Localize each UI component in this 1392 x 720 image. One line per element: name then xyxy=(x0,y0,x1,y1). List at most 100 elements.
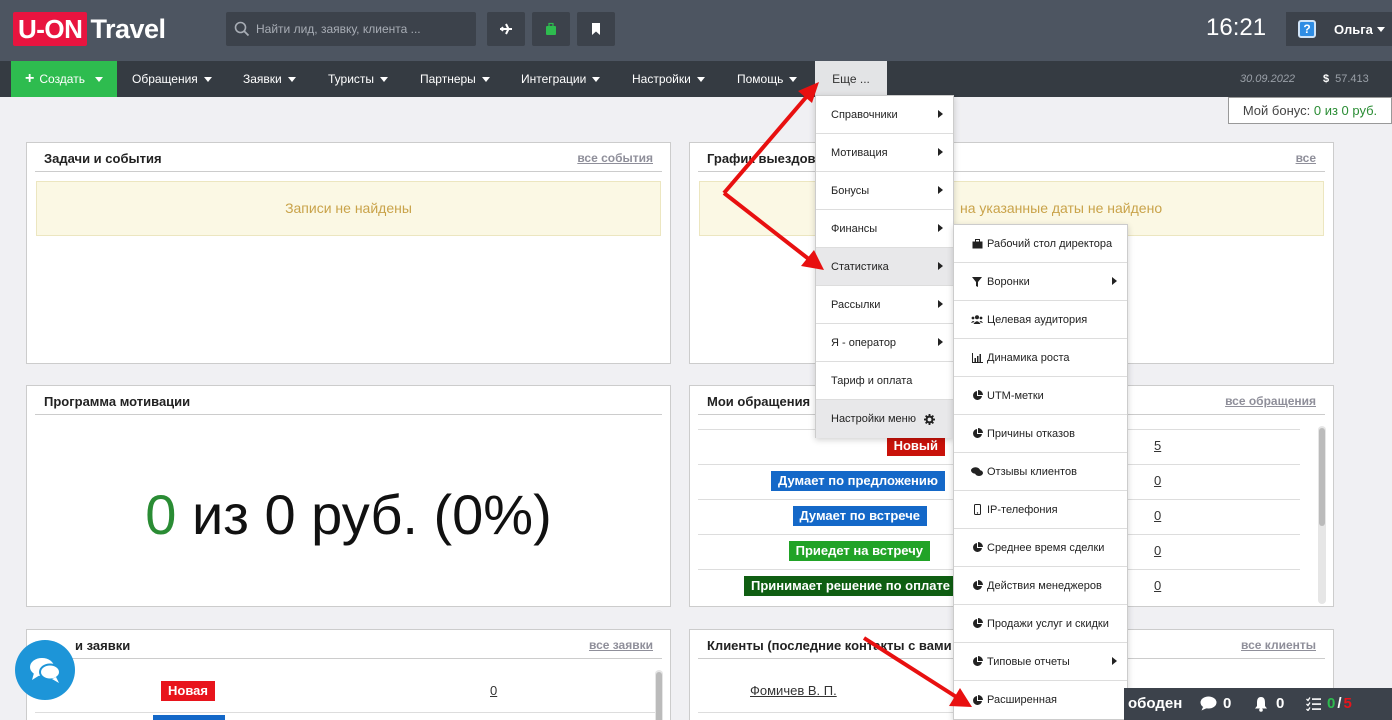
all-clients-link[interactable]: все клиенты xyxy=(1241,638,1316,652)
chevron-down-icon xyxy=(94,76,103,82)
stats-item-director-desk[interactable]: Рабочий стол директора xyxy=(954,225,1127,263)
menu-item-finance[interactable]: Финансы xyxy=(816,210,953,248)
chevron-down-icon xyxy=(696,77,705,83)
menu-item-mailings[interactable]: Рассылки xyxy=(816,286,953,324)
chevron-down-icon xyxy=(481,77,490,83)
flights-button[interactable] xyxy=(487,12,525,46)
mobile-icon xyxy=(971,504,983,516)
stats-item-typical-reports[interactable]: Типовые отчеты xyxy=(954,643,1127,681)
panel-title: Мои обращения xyxy=(707,394,811,409)
menu-label: Статистика xyxy=(831,260,889,273)
divider xyxy=(698,171,1325,172)
divider xyxy=(35,171,662,172)
all-schedule-link[interactable]: все xyxy=(1296,151,1316,165)
stats-item-manager-actions[interactable]: Действия менеджеров xyxy=(954,567,1127,605)
all-events-link[interactable]: все события xyxy=(577,151,653,165)
nav-tourists[interactable]: Туристы xyxy=(328,61,389,97)
all-appeals-link[interactable]: все обращения xyxy=(1225,394,1316,408)
menu-label: Отзывы клиентов xyxy=(987,465,1077,478)
stats-item-reviews[interactable]: Отзывы клиентов xyxy=(954,453,1127,491)
dollar-icon: $ xyxy=(1323,73,1330,85)
nav-requests[interactable]: Заявки xyxy=(243,61,296,97)
stats-item-extended[interactable]: Расширенная xyxy=(954,681,1127,719)
menu-label: Типовые отчеты xyxy=(987,655,1070,668)
nav-more[interactable]: Еще ... xyxy=(815,61,887,97)
menu-label: Расширенная xyxy=(987,694,1058,706)
chat-widget-button[interactable] xyxy=(15,640,75,700)
bookmarks-button[interactable] xyxy=(577,12,615,46)
stats-item-sales-discounts[interactable]: Продажи услуг и скидки xyxy=(954,605,1127,643)
empty-message: Записи не найдены xyxy=(36,181,661,236)
chevron-right-icon xyxy=(938,148,943,156)
logo[interactable]: U-ON Travel xyxy=(13,12,166,46)
all-requests-link[interactable]: все заявки xyxy=(589,638,653,652)
balance-value: 57.413 xyxy=(1335,73,1369,85)
stats-item-refusal-reasons[interactable]: Причины отказов xyxy=(954,415,1127,453)
motivation-zero: 0 xyxy=(145,483,177,546)
more-dropdown: Справочники Мотивация Бонусы Финансы Ста… xyxy=(815,95,954,438)
menu-item-menu-settings[interactable]: Настройки меню xyxy=(816,400,953,438)
bell-icon xyxy=(1255,696,1267,712)
status-count[interactable]: 5 xyxy=(1154,438,1161,453)
stats-item-avg-deal-time[interactable]: Среднее время сделки xyxy=(954,529,1127,567)
requests-scrollbar[interactable] xyxy=(655,670,663,720)
menu-label: IP-телефония xyxy=(987,503,1058,516)
stats-item-target-audience[interactable]: Целевая аудитория xyxy=(954,301,1127,339)
menu-item-directories[interactable]: Справочники xyxy=(816,96,953,134)
menu-label: Рассылки xyxy=(831,298,881,311)
nav-label: Туристы xyxy=(328,72,375,86)
status-count[interactable]: 0 xyxy=(1154,578,1161,593)
menu-item-tariff[interactable]: Тариф и оплата xyxy=(816,362,953,400)
status-badge: Новая xyxy=(161,681,215,701)
stats-item-ip-telephony[interactable]: IP-телефония xyxy=(954,491,1127,529)
main-nav: + Создать Обращения Заявки Туристы Партн… xyxy=(0,61,1392,97)
create-button[interactable]: + Создать xyxy=(11,61,117,97)
menu-label: Действия менеджеров xyxy=(987,579,1102,592)
status-badge xyxy=(153,715,225,720)
nav-settings[interactable]: Настройки xyxy=(632,61,705,97)
appeals-scrollbar[interactable] xyxy=(1318,426,1326,604)
airplane-icon xyxy=(500,23,512,35)
menu-item-operator[interactable]: Я - оператор xyxy=(816,324,953,362)
chevron-right-icon xyxy=(938,262,943,270)
client-name-link[interactable]: Фомичев В. П. xyxy=(750,683,837,698)
nav-appeals[interactable]: Обращения xyxy=(132,61,212,97)
messages-count: 0 xyxy=(1223,695,1232,712)
status-count[interactable]: 0 xyxy=(1154,508,1161,523)
search-icon xyxy=(234,21,250,37)
pie-chart-icon xyxy=(971,542,983,554)
nav-help[interactable]: Помощь xyxy=(737,61,798,97)
chevron-down-icon xyxy=(592,77,601,83)
stats-item-utm[interactable]: UTM-метки xyxy=(954,377,1127,415)
chevron-right-icon xyxy=(938,224,943,232)
notifications-counter[interactable]: 0 xyxy=(1254,695,1284,712)
menu-label: Настройки меню xyxy=(831,413,916,425)
search-input[interactable] xyxy=(256,22,466,36)
menu-item-statistics[interactable]: Статистика xyxy=(816,248,953,286)
menu-label: Причины отказов xyxy=(987,427,1075,440)
menu-item-motivation[interactable]: Мотивация xyxy=(816,134,953,172)
nav-partners[interactable]: Партнеры xyxy=(420,61,490,97)
pie-chart-icon xyxy=(971,428,983,440)
motivation-rest: из 0 руб. (0%) xyxy=(191,483,552,546)
status-count[interactable]: 0 xyxy=(490,683,497,698)
motivation-panel: Программа мотивации 0 из 0 руб. (0%) xyxy=(26,385,671,607)
user-menu[interactable]: ? Ольга xyxy=(1286,12,1392,46)
status-badge: Думает по предложению xyxy=(771,471,945,491)
help-icon[interactable]: ? xyxy=(1298,20,1316,38)
menu-label: Мотивация xyxy=(831,146,888,159)
status-count[interactable]: 0 xyxy=(1154,543,1161,558)
tasks-counter[interactable]: 0 / 5 xyxy=(1306,695,1352,712)
funnel-icon xyxy=(971,276,983,288)
stats-item-funnels[interactable]: Воронки xyxy=(954,263,1127,301)
motivation-value: 0 из 0 руб. (0%) xyxy=(27,482,670,547)
top-bar: U-ON Travel 16:21 ? Ольга xyxy=(0,0,1392,61)
menu-item-bonuses[interactable]: Бонусы xyxy=(816,172,953,210)
stats-item-growth[interactable]: Динамика роста xyxy=(954,339,1127,377)
messages-counter[interactable]: 0 xyxy=(1200,695,1231,712)
menu-label: Продажи услуг и скидки xyxy=(987,617,1109,630)
tours-button[interactable] xyxy=(532,12,570,46)
nav-integrations[interactable]: Интеграции xyxy=(521,61,601,97)
status-count[interactable]: 0 xyxy=(1154,473,1161,488)
pie-chart-icon xyxy=(971,694,983,706)
